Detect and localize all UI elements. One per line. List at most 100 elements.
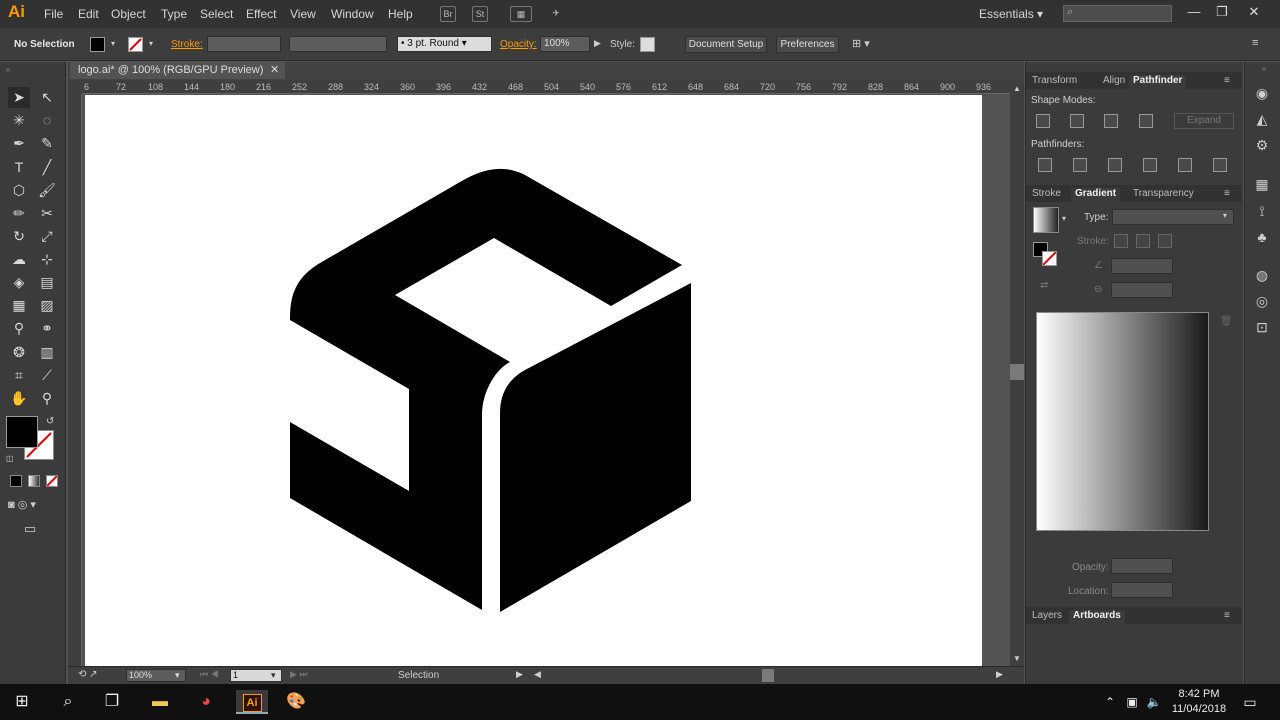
color-mode-icon[interactable]: [10, 475, 22, 487]
intersect-icon[interactable]: [1104, 114, 1118, 128]
reverse-gradient-icon[interactable]: ⇄: [1040, 280, 1048, 291]
variable-width-profile[interactable]: [289, 36, 387, 52]
stroke-label[interactable]: Stroke:: [171, 39, 203, 50]
opacity-label[interactable]: Opacity:: [500, 39, 537, 50]
lasso-icon[interactable]: ◌: [36, 110, 58, 131]
swatches-icon[interactable]: ▦: [1252, 175, 1272, 193]
crop-icon[interactable]: [1143, 158, 1157, 172]
opacity-arrow-icon[interactable]: ▶: [594, 38, 601, 49]
pencil-tool-icon[interactable]: ✏: [8, 203, 30, 224]
gradient-tool-icon[interactable]: ▨: [36, 295, 58, 316]
selection-tool-icon[interactable]: ➤: [8, 87, 30, 108]
libraries-icon[interactable]: ⚙: [1252, 136, 1272, 154]
zoom-field[interactable]: 100% ▾: [126, 669, 186, 682]
gradient-opacity-field[interactable]: [1111, 558, 1173, 574]
document-tab[interactable]: logo.ai* @ 100% (RGB/GPU Preview) ✕: [70, 62, 285, 79]
artboard-prev-icon[interactable]: ⏮ ◀: [200, 669, 219, 680]
hscroll-left-icon[interactable]: ◀: [534, 669, 541, 680]
tab-pathfinder[interactable]: Pathfinder: [1129, 75, 1187, 89]
none-mode-icon[interactable]: [46, 475, 58, 487]
tab-artboards[interactable]: Artboards: [1069, 610, 1125, 624]
close-button[interactable]: ✕: [1244, 3, 1264, 21]
swap-colors-icon[interactable]: ↺: [46, 416, 54, 427]
expand-button[interactable]: Expand: [1174, 113, 1234, 129]
expand-panels-icon[interactable]: «: [1262, 64, 1266, 73]
gpu-performance-icon[interactable]: ✈: [548, 6, 564, 22]
unite-icon[interactable]: [1036, 114, 1050, 128]
artboard-number-field[interactable]: 1 ▾: [230, 669, 282, 682]
panel-menu-icon[interactable]: ≡: [1224, 610, 1230, 621]
horizontal-ruler[interactable]: 6 72 108 144 180 216 252 288 324 360 396…: [82, 80, 1010, 94]
artboard[interactable]: [85, 95, 982, 666]
artboard-next-icon[interactable]: ▶ ⏭: [290, 669, 308, 680]
horizontal-scroll-thumb[interactable]: [762, 669, 774, 682]
drawing-modes-icon[interactable]: ◙ ◎ ▾: [8, 498, 36, 511]
aspect-ratio-field[interactable]: [1111, 282, 1173, 298]
symbols-icon[interactable]: ♣: [1252, 228, 1272, 246]
shape-tool-icon[interactable]: ⬡: [8, 180, 30, 201]
gradient-preset-dropdown-icon[interactable]: ▾: [1062, 214, 1066, 223]
menu-effect[interactable]: Effect: [246, 7, 276, 21]
eyedropper-icon[interactable]: ⚲: [8, 318, 30, 339]
menu-help[interactable]: Help: [388, 7, 413, 21]
gradient-preview-swatch[interactable]: [1033, 207, 1059, 233]
symbol-sprayer-icon[interactable]: ❂: [8, 342, 30, 363]
warp-tool-icon[interactable]: ☁: [8, 249, 30, 270]
stroke-swatch[interactable]: [128, 37, 143, 52]
screen-mode-icon[interactable]: ▭: [24, 521, 36, 537]
line-tool-icon[interactable]: ╱: [36, 157, 58, 178]
tray-expand-icon[interactable]: ⌃: [1098, 690, 1122, 714]
tab-stroke[interactable]: Stroke: [1032, 188, 1061, 199]
fill-color-swatch[interactable]: [6, 416, 38, 448]
arrange-icon[interactable]: ⊞ ▾: [852, 37, 870, 50]
appearance-icon[interactable]: ◎: [1252, 292, 1272, 310]
volume-icon[interactable]: 🔈: [1142, 690, 1166, 714]
tab-gradient[interactable]: Gradient: [1071, 188, 1121, 202]
illustrator-taskbar-icon[interactable]: Ai: [236, 690, 268, 714]
outline-icon[interactable]: [1178, 158, 1192, 172]
gradient-location-field[interactable]: [1111, 582, 1173, 598]
stroke-weight-field[interactable]: [207, 36, 281, 52]
search-input[interactable]: ⌕: [1063, 5, 1172, 22]
menu-edit[interactable]: Edit: [78, 7, 99, 21]
paintbrush-icon[interactable]: 🖌: [36, 180, 58, 201]
minus-front-icon[interactable]: [1070, 114, 1084, 128]
minus-back-icon[interactable]: [1213, 158, 1227, 172]
clock-date[interactable]: 11/04/2018: [1168, 703, 1230, 715]
free-transform-icon[interactable]: ⊹: [36, 249, 58, 270]
vertical-scroll-thumb[interactable]: [1010, 364, 1024, 380]
menu-select[interactable]: Select: [200, 7, 233, 21]
slice-tool-icon[interactable]: ⟋: [36, 365, 58, 386]
magic-wand-icon[interactable]: ✳: [8, 110, 30, 131]
asset-export-icon[interactable]: ⊡: [1252, 318, 1272, 336]
blend-tool-icon[interactable]: ⚭: [36, 318, 58, 339]
hscroll-right-icon[interactable]: ▶: [996, 669, 1003, 680]
shape-builder-icon[interactable]: ◈: [8, 272, 30, 293]
notifications-icon[interactable]: ▭: [1238, 690, 1262, 714]
maximize-button[interactable]: ❐: [1212, 3, 1232, 21]
menu-window[interactable]: Window: [331, 7, 374, 21]
angle-field[interactable]: [1111, 258, 1173, 274]
stroke-dropdown-icon[interactable]: ▾: [149, 39, 153, 48]
rotate-tool-icon[interactable]: ↻: [8, 226, 30, 247]
workspace-switcher[interactable]: Essentials ▾: [979, 7, 1043, 21]
document-setup-button[interactable]: Document Setup: [685, 36, 767, 53]
gradient-type-select[interactable]: ▾: [1112, 209, 1234, 225]
color-panel-icon[interactable]: ◉: [1252, 84, 1272, 102]
scissors-icon[interactable]: ✂: [36, 203, 58, 224]
artboard-tool-icon[interactable]: ⌗: [8, 365, 30, 386]
gradient-stroke-swatch[interactable]: [1042, 251, 1057, 266]
close-tab-icon[interactable]: ✕: [270, 62, 279, 79]
brush-definition[interactable]: • 3 pt. Round ▾: [397, 36, 492, 52]
rotate-view-icon[interactable]: ⟲ ↗: [78, 669, 98, 680]
stroke-gradient-within-icon[interactable]: [1114, 234, 1128, 248]
exclude-icon[interactable]: [1139, 114, 1153, 128]
chrome-icon[interactable]: ◕: [194, 690, 218, 714]
search-icon[interactable]: ⌕: [56, 690, 80, 714]
clock-time[interactable]: 8:42 PM: [1172, 688, 1226, 700]
graphic-styles-icon[interactable]: ◍: [1252, 266, 1272, 284]
tab-layers[interactable]: Layers: [1032, 610, 1062, 621]
stroke-gradient-across-icon[interactable]: [1158, 234, 1172, 248]
fill-dropdown-icon[interactable]: ▾: [111, 39, 115, 48]
gradient-slider-preview[interactable]: [1036, 312, 1209, 531]
